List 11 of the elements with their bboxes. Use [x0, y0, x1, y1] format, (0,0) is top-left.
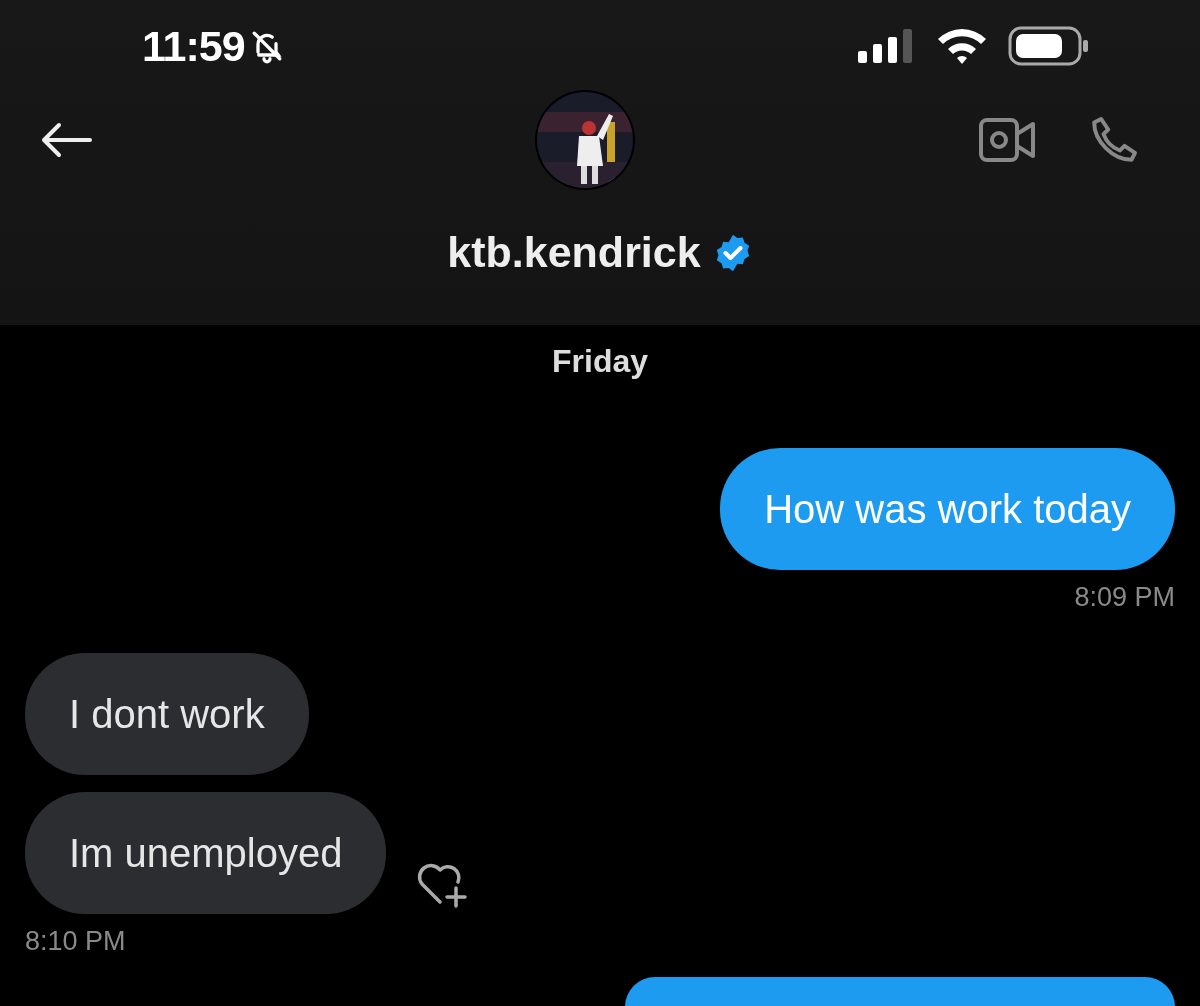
message-time: 8:10 PM [25, 926, 126, 957]
message-bubble[interactable]: I dont work [25, 653, 309, 775]
battery-icon [1008, 26, 1090, 66]
back-arrow-icon[interactable] [40, 122, 92, 158]
day-label: Friday [552, 343, 648, 380]
video-camera-icon[interactable] [978, 117, 1036, 163]
status-time: 11:59 [142, 21, 245, 71]
username[interactable]: ktb.kendrick [447, 228, 701, 277]
wifi-icon [936, 27, 988, 65]
message-bubble[interactable]: Im unemployed [25, 792, 387, 914]
message-time: 8:09 PM [1074, 582, 1175, 613]
